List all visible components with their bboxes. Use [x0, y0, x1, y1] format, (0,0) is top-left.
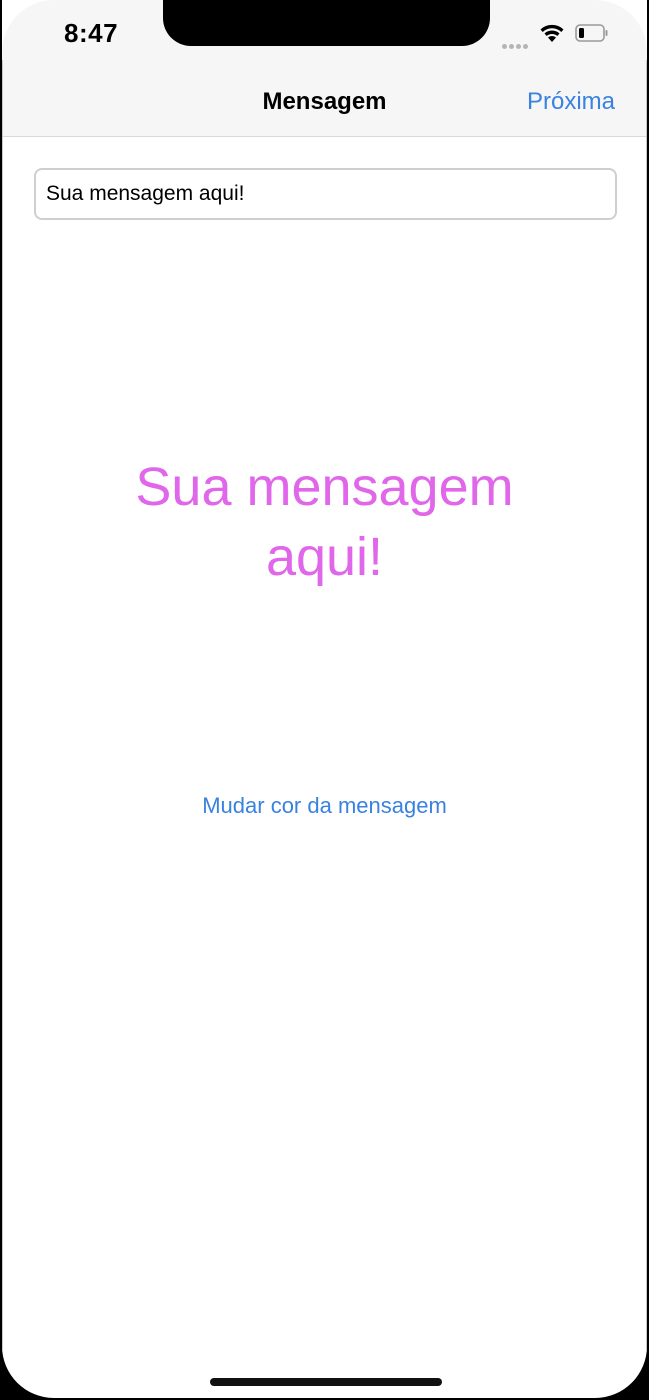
status-time: 8:47: [64, 18, 119, 48]
message-display: Sua mensagem aqui!: [135, 457, 514, 587]
cellular-signal-icon: [502, 36, 532, 49]
frame-edge-right: [646, 60, 647, 1350]
device-notch: [163, 0, 490, 46]
change-message-color-button[interactable]: Mudar cor da mensagem: [2, 793, 647, 819]
wifi-icon: [540, 24, 564, 42]
home-indicator[interactable]: [210, 1378, 442, 1386]
message-input[interactable]: [34, 168, 617, 220]
device-frame: 8:47 Mensagem Próxima Sua mensagem aqui!…: [0, 0, 649, 1400]
next-button[interactable]: Próxima: [527, 88, 615, 116]
frame-edge-left: [2, 60, 3, 1350]
app-screen: 8:47 Mensagem Próxima Sua mensagem aqui!…: [2, 0, 647, 1398]
battery-icon: [575, 24, 608, 42]
